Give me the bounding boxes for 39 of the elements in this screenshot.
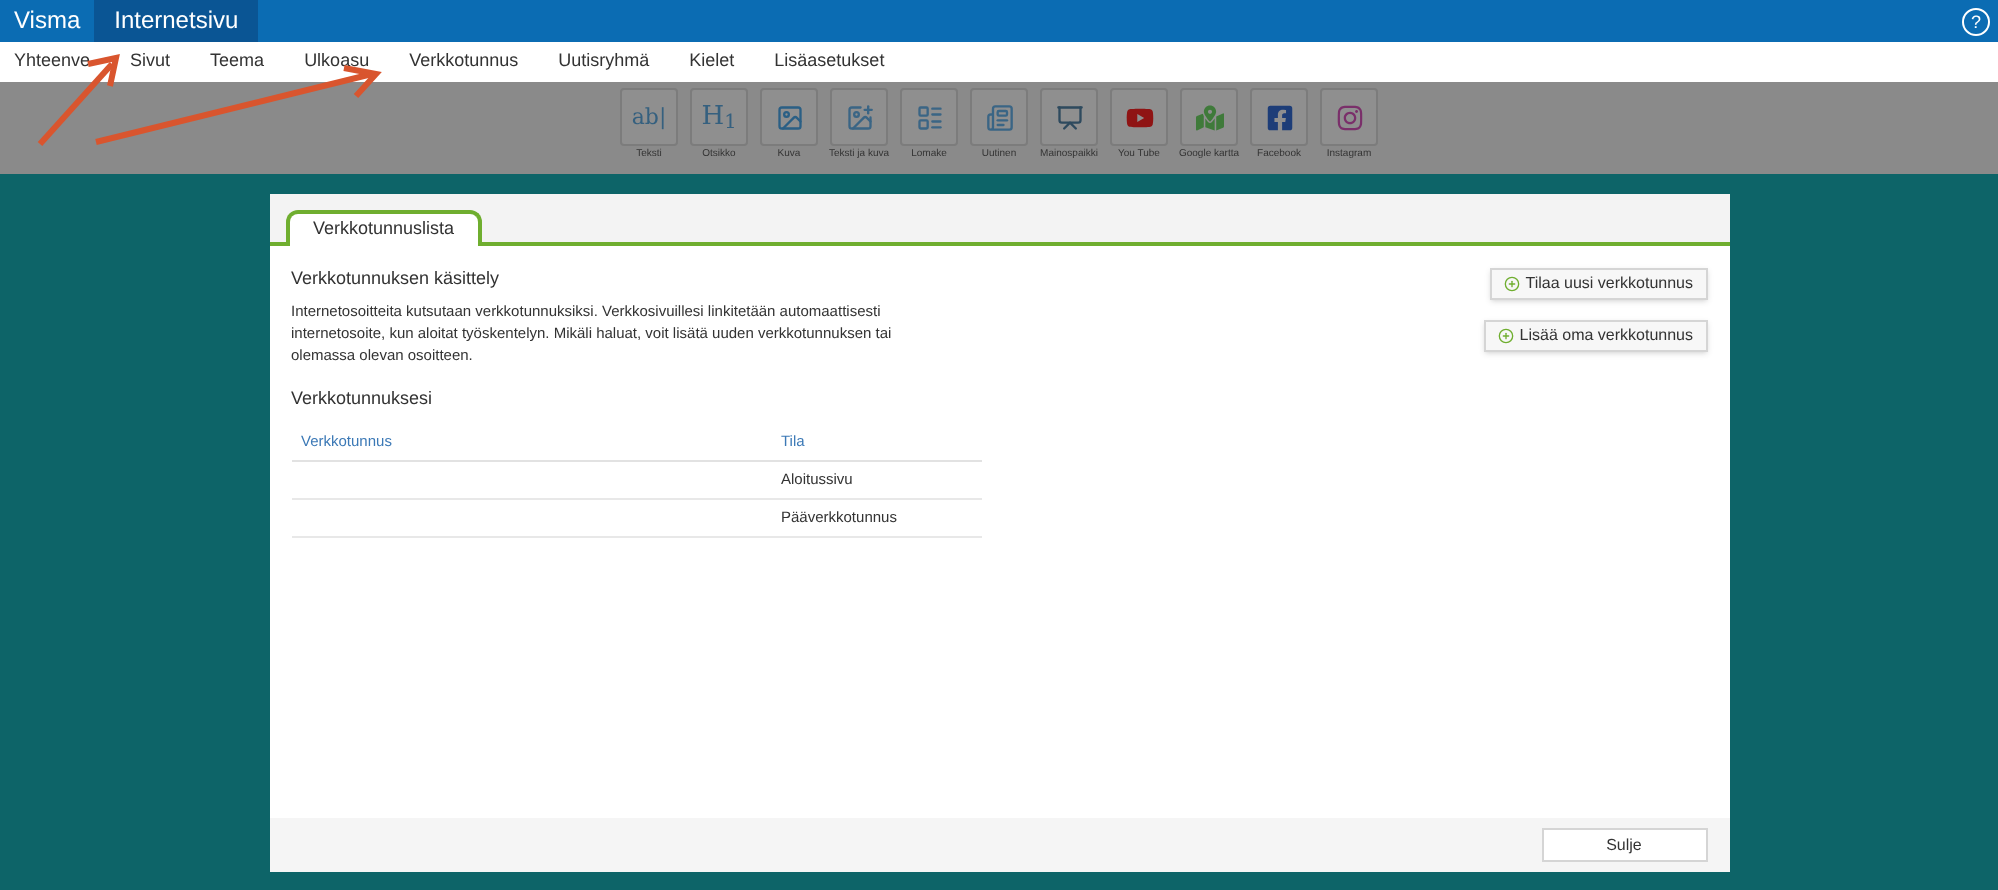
image-icon: [775, 103, 803, 131]
help-icon[interactable]: ?: [1962, 7, 1990, 35]
presentation-icon: [1055, 103, 1083, 131]
tool-tile[interactable]: [1320, 88, 1378, 146]
brand-name: Visma: [12, 4, 83, 38]
add-button[interactable]: Tilaa uusi verkkotunnus: [1489, 268, 1707, 300]
section-title: Verkkotunnuksen käsittely: [291, 266, 502, 292]
tool-tile[interactable]: [760, 88, 818, 146]
play-icon: [1125, 103, 1153, 131]
menu-item[interactable]: Teema: [204, 48, 271, 76]
menu-item[interactable]: Sivut: [124, 48, 177, 76]
text-image-icon: [845, 103, 873, 131]
tool-tile[interactable]: [970, 88, 1028, 146]
heading-icon: H$_{1}$: [701, 104, 737, 130]
tool-tile[interactable]: [1250, 88, 1308, 146]
menu-item[interactable]: Uutisryhmä: [552, 48, 656, 76]
close-button[interactable]: Sulje: [1541, 828, 1707, 862]
add-button[interactable]: Lisää oma verkkotunnus: [1483, 320, 1707, 352]
facebook-icon: [1265, 103, 1293, 131]
top-tab[interactable]: Internetsivu: [94, 0, 259, 42]
menu-item[interactable]: Kielet: [683, 48, 741, 76]
menu-item[interactable]: Lisäasetukset: [768, 48, 891, 76]
menu-item[interactable]: Ulkoasu: [298, 48, 376, 76]
list-title: Verkkotunnuksesi: [291, 385, 435, 411]
plus-icon: [1503, 276, 1520, 292]
tool-tile[interactable]: [1040, 88, 1098, 146]
text-format-icon: ab|: [631, 106, 667, 128]
map-icon: [1195, 103, 1223, 131]
plus-icon: [1497, 328, 1514, 344]
menu-item[interactable]: Verkkotunnus: [403, 48, 525, 76]
menu-item[interactable]: Yhteenve: [8, 48, 97, 76]
newspaper-icon: [985, 103, 1013, 131]
dialog-tab[interactable]: Verkkotunnuslista: [285, 210, 483, 246]
instagram-icon: [1335, 103, 1363, 131]
form-icon: [915, 103, 943, 131]
tool-tile[interactable]: [900, 88, 958, 146]
tool-tile[interactable]: [1110, 88, 1168, 146]
tool-tile[interactable]: [830, 88, 888, 146]
tool-tile[interactable]: [1180, 88, 1238, 146]
